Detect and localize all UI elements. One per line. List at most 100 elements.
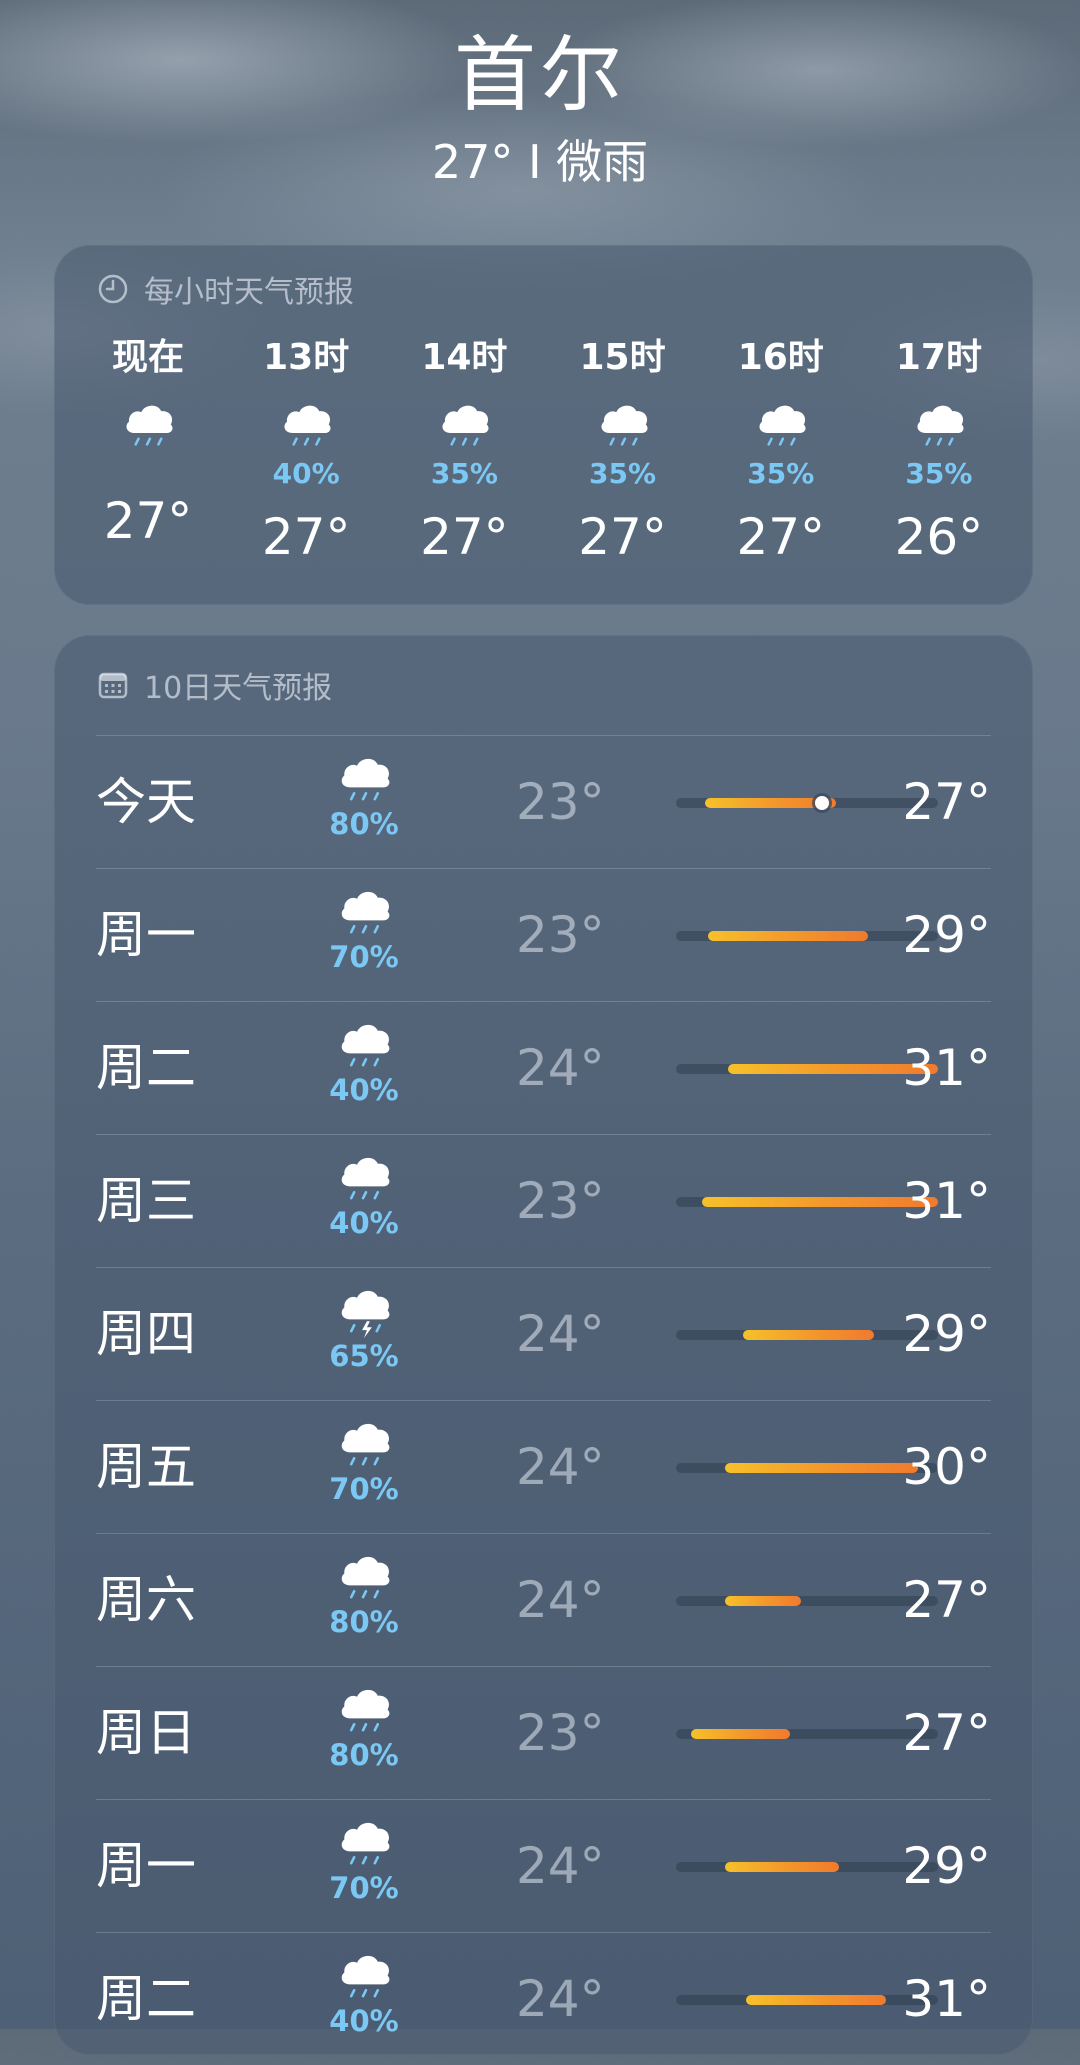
temp-range-fill xyxy=(690,1729,790,1739)
temp-range-bar xyxy=(676,1596,938,1606)
day-low: 24° xyxy=(516,1039,605,1097)
temp-range-bar xyxy=(676,1064,938,1074)
temp-range-fill xyxy=(708,931,869,941)
day-low: 23° xyxy=(516,1172,605,1230)
day-row[interactable]: 周日 80% 23° 27° xyxy=(96,1666,991,1799)
day-row[interactable]: 周二 40% 24° 31° xyxy=(96,1001,991,1134)
rain-cloud-icon xyxy=(331,883,397,944)
day-label: 周六 xyxy=(96,1571,196,1629)
hour-label: 15时 xyxy=(579,337,666,378)
hourly-forecast-header: 每小时天气预报 xyxy=(96,269,354,310)
rain-cloud-icon xyxy=(331,1415,397,1476)
ten-day-forecast-card[interactable]: 10日天气预报 今天 80% 23° 27° 周一 70% 23° 29° 周二… xyxy=(54,635,1033,2055)
hour-temp: 27° xyxy=(578,508,667,566)
day-high: 29° xyxy=(902,906,991,964)
day-label: 周五 xyxy=(96,1438,196,1496)
day-low: 24° xyxy=(516,1571,605,1629)
day-low: 24° xyxy=(516,1305,605,1363)
rain-cloud-icon xyxy=(331,750,397,811)
thunderstorm-icon xyxy=(331,1282,397,1343)
hour-precip: 35% xyxy=(589,457,657,490)
day-precip: 65% xyxy=(329,1339,399,1373)
day-label: 周三 xyxy=(96,1172,196,1230)
rain-cloud-icon xyxy=(907,391,971,457)
hour-item: 现在 27° xyxy=(78,335,218,567)
daily-list: 今天 80% 23° 27° 周一 70% 23° 29° 周二 40% 24°… xyxy=(96,735,991,2065)
day-low: 23° xyxy=(516,773,605,831)
day-precip: 80% xyxy=(329,1605,399,1639)
day-high: 31° xyxy=(902,1039,991,1097)
day-row[interactable]: 周一 70% 24° 29° xyxy=(96,1799,991,1932)
temp-range-bar xyxy=(676,1995,938,2005)
rain-cloud-icon xyxy=(331,1149,397,1210)
rain-cloud-icon xyxy=(331,1681,397,1742)
hour-precip: 35% xyxy=(905,457,973,490)
hour-label: 17时 xyxy=(895,337,982,378)
hour-label: 13时 xyxy=(263,337,350,378)
clock-icon xyxy=(96,272,130,306)
temp-range-bar xyxy=(676,1463,938,1473)
hour-precip: 40% xyxy=(272,457,340,490)
hour-item: 17时 35% 26° xyxy=(869,335,1009,567)
day-row[interactable]: 周四 65% 24° 29° xyxy=(96,1267,991,1400)
rain-cloud-icon xyxy=(331,1016,397,1077)
day-low: 23° xyxy=(516,1704,605,1762)
day-high: 31° xyxy=(902,1970,991,2028)
rain-cloud-icon xyxy=(432,391,496,457)
day-high: 31° xyxy=(902,1172,991,1230)
temp-range-bar xyxy=(676,1729,938,1739)
day-row[interactable]: 周二 40% 24° 31° xyxy=(96,1932,991,2065)
day-high: 27° xyxy=(902,1571,991,1629)
day-label: 周一 xyxy=(96,906,196,964)
day-row[interactable]: 周五 70% 24° 30° xyxy=(96,1400,991,1533)
hour-temp: 27° xyxy=(103,492,193,550)
hour-temp: 27° xyxy=(261,508,351,566)
current-temp-marker xyxy=(814,796,829,810)
hour-temp: 27° xyxy=(420,508,509,566)
hour-item: 13时 40% 27° xyxy=(236,335,376,567)
day-precip: 40% xyxy=(329,1073,399,1107)
ten-day-forecast-header: 10日天气预报 xyxy=(96,665,333,706)
day-row[interactable]: 今天 80% 23° 27° xyxy=(96,735,991,868)
temp-range-bar xyxy=(676,1330,938,1340)
day-row[interactable]: 周三 40% 23° 31° xyxy=(96,1134,991,1267)
calendar-icon xyxy=(96,668,130,702)
day-precip: 70% xyxy=(329,940,399,974)
rain-cloud-icon xyxy=(116,391,180,457)
hourly-forecast-card[interactable]: 每小时天气预报 现在 27° 13时 40% 27° 14时 35% 27° 1… xyxy=(54,245,1033,605)
ten-day-forecast-title: 10日天气预报 xyxy=(144,671,333,706)
hour-item: 15时 35% 27° xyxy=(553,335,693,567)
day-high: 30° xyxy=(902,1438,991,1496)
day-high: 29° xyxy=(902,1305,991,1363)
rain-cloud-icon xyxy=(591,391,655,457)
day-precip: 70% xyxy=(329,1871,399,1905)
temp-range-bar xyxy=(676,1862,938,1872)
hour-temp: 27° xyxy=(736,508,826,566)
temp-range-bar xyxy=(676,1197,938,1207)
day-row[interactable]: 周一 70% 23° 29° xyxy=(96,868,991,1001)
rain-cloud-icon xyxy=(331,1814,397,1875)
hourly-list: 现在 27° 13时 40% 27° 14时 35% 27° 15时 35% 2… xyxy=(78,335,1009,567)
day-label: 今天 xyxy=(96,773,196,831)
hour-precip: 35% xyxy=(747,457,815,490)
rain-cloud-icon xyxy=(749,391,813,457)
day-low: 23° xyxy=(516,906,605,964)
day-high: 29° xyxy=(902,1837,991,1895)
rain-cloud-icon xyxy=(274,391,338,457)
hour-item: 14时 35% 27° xyxy=(394,335,534,567)
day-label: 周二 xyxy=(96,1970,196,2028)
day-precip: 40% xyxy=(329,2004,399,2038)
day-low: 24° xyxy=(516,1438,605,1496)
day-row[interactable]: 周六 80% 24° 27° xyxy=(96,1533,991,1666)
day-label: 周一 xyxy=(96,1837,196,1895)
temp-range-bar xyxy=(676,796,938,810)
temp-range-bar xyxy=(676,931,938,941)
day-low: 24° xyxy=(516,1837,605,1895)
hourly-forecast-title: 每小时天气预报 xyxy=(144,275,354,310)
hour-temp: 26° xyxy=(894,508,984,566)
day-low: 24° xyxy=(516,1970,605,2028)
day-high: 27° xyxy=(902,1704,991,1762)
hour-precip: 35% xyxy=(430,457,498,490)
hour-label: 14时 xyxy=(421,337,508,378)
day-high: 27° xyxy=(902,773,991,831)
